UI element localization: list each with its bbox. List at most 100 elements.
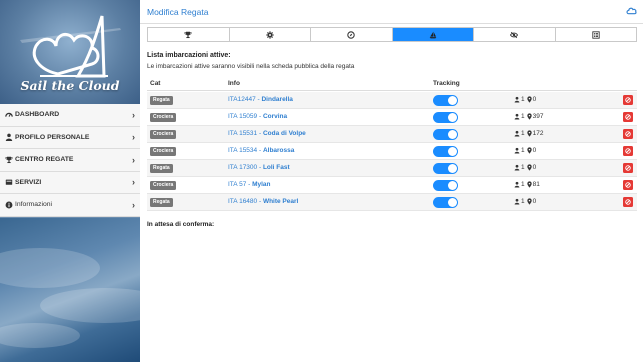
table-row: Crociera ITA 15531 - Coda di Volpe 1 172 [147, 126, 637, 143]
cloud-icon[interactable] [626, 6, 637, 15]
crew-count: 1 [521, 113, 525, 120]
user-icon [514, 113, 520, 120]
boat-link[interactable]: ITA12447 - Dindarella [228, 96, 293, 103]
tab-classifica[interactable] [555, 28, 636, 41]
position-count: 0 [532, 96, 537, 103]
tracking-toggle[interactable] [433, 163, 458, 174]
sidebar-item-informazioni[interactable]: Informazioni › [0, 194, 140, 217]
toggle-knob [448, 130, 457, 139]
map-marker-icon [526, 181, 532, 188]
toggle-knob [448, 147, 457, 156]
position-count: 172 [532, 130, 544, 137]
column-header-info: Info [228, 80, 240, 87]
table-header: Cat Info Tracking [147, 79, 637, 91]
sail-number: ITA 16480 - [228, 198, 263, 205]
sidebar-item-centro-regate[interactable]: CENTRO REGATE › [0, 149, 140, 172]
sidebar-item-label: PROFILO PERSONALE [15, 133, 90, 141]
position-count: 0 [532, 164, 537, 171]
trophy-icon [184, 31, 192, 38]
tab-imbarcazioni[interactable] [392, 28, 474, 41]
crew-info: 1 397 [514, 113, 543, 120]
boat-link[interactable]: ITA 15531 - Coda di Volpe [228, 130, 306, 137]
pending-section-title: In attesa di conferma: [147, 221, 215, 228]
table-row: Regata ITA 17300 - Loli Fast 1 0 [147, 160, 637, 177]
boat-name: Coda di Volpe [262, 130, 306, 137]
tab-trofeo[interactable] [148, 28, 230, 41]
chevron-right-icon: › [132, 154, 135, 165]
position-count: 0 [532, 147, 537, 154]
user-icon [514, 147, 520, 154]
tab-percorso[interactable] [311, 28, 393, 41]
chevron-right-icon: › [132, 109, 135, 120]
tachometer-icon [4, 110, 13, 119]
sidebar-item-label: Informazioni [15, 201, 53, 209]
crew-info: 1 0 [514, 198, 536, 205]
ban-icon [625, 114, 631, 120]
boat-name: Albarossa [262, 147, 295, 154]
sail-number: ITA 17300 - [228, 164, 263, 171]
crew-count: 1 [521, 164, 525, 171]
boat-link[interactable]: ITA 17300 - Loli Fast [228, 164, 290, 171]
boat-name: Corvina [262, 113, 288, 120]
boat-name: White Pearl [262, 198, 299, 205]
delete-button[interactable] [623, 129, 633, 139]
delete-button[interactable] [623, 112, 633, 122]
trophy-icon [4, 155, 13, 164]
boat-name: Mylan [252, 181, 271, 188]
table-row: Crociera ITA 57 - Mylan 1 81 [147, 177, 637, 194]
table-row: Regata ITA12447 - Dindarella 1 0 [147, 92, 637, 109]
position-count: 397 [532, 113, 544, 120]
boat-name: Loli Fast [262, 164, 290, 171]
ban-icon [625, 131, 631, 137]
ban-icon [625, 165, 631, 171]
boat-table: Regata ITA12447 - Dindarella 1 0 Crocier… [147, 92, 637, 211]
delete-button[interactable] [623, 163, 633, 173]
map-marker-icon [526, 164, 532, 171]
eye-slash-icon [510, 31, 519, 38]
sidebar-item-profilo-personale[interactable]: PROFILO PERSONALE › [0, 126, 140, 149]
tracking-toggle[interactable] [433, 95, 458, 106]
sail-number: ITA 57 - [228, 181, 253, 188]
map-marker-icon [526, 130, 532, 137]
ban-icon [625, 97, 631, 103]
user-icon [514, 96, 520, 103]
delete-button[interactable] [623, 146, 633, 156]
category-badge: Crociera [150, 130, 177, 139]
delete-button[interactable] [623, 180, 633, 190]
sidebar-menu: DASHBOARD › PROFILO PERSONALE › CENTRO R… [0, 104, 140, 217]
position-count: 0 [532, 198, 537, 205]
column-header-cat: Cat [150, 80, 161, 87]
table-row: Crociera ITA 15534 - Albarossa 1 0 [147, 143, 637, 160]
tab-impostazioni[interactable] [229, 28, 311, 41]
crew-info: 1 0 [514, 164, 536, 171]
crew-info: 1 81 [514, 181, 540, 188]
user-icon [514, 181, 520, 188]
logo: Sail the Cloud [0, 0, 140, 104]
sidebar-item-servizi[interactable]: SERVIZI › [0, 171, 140, 194]
boat-link[interactable]: ITA 57 - Mylan [228, 181, 271, 188]
gear-icon [266, 30, 274, 39]
boat-link[interactable]: ITA 15534 - Albarossa [228, 147, 294, 154]
toggle-knob [448, 198, 457, 207]
tracking-toggle[interactable] [433, 180, 458, 191]
category-badge: Crociera [150, 147, 177, 156]
sailboat-icon [429, 31, 437, 38]
tracking-toggle[interactable] [433, 146, 458, 157]
ban-icon [625, 148, 631, 154]
delete-button[interactable] [623, 95, 633, 105]
tab-nascosti[interactable] [474, 28, 556, 41]
tab-bar [147, 27, 637, 42]
sidebar-item-dashboard[interactable]: DASHBOARD › [0, 104, 140, 127]
info-circle-icon [4, 200, 13, 209]
user-icon [514, 164, 520, 171]
tracking-toggle[interactable] [433, 112, 458, 123]
map-marker-icon [526, 96, 532, 103]
chevron-right-icon: › [132, 132, 135, 143]
tracking-toggle[interactable] [433, 197, 458, 208]
boat-link[interactable]: ITA 16480 - White Pearl [228, 198, 298, 205]
toggle-knob [448, 96, 457, 105]
map-marker-icon [526, 198, 532, 205]
tracking-toggle[interactable] [433, 129, 458, 140]
boat-link[interactable]: ITA 15059 - Corvina [228, 113, 287, 120]
delete-button[interactable] [623, 197, 633, 207]
